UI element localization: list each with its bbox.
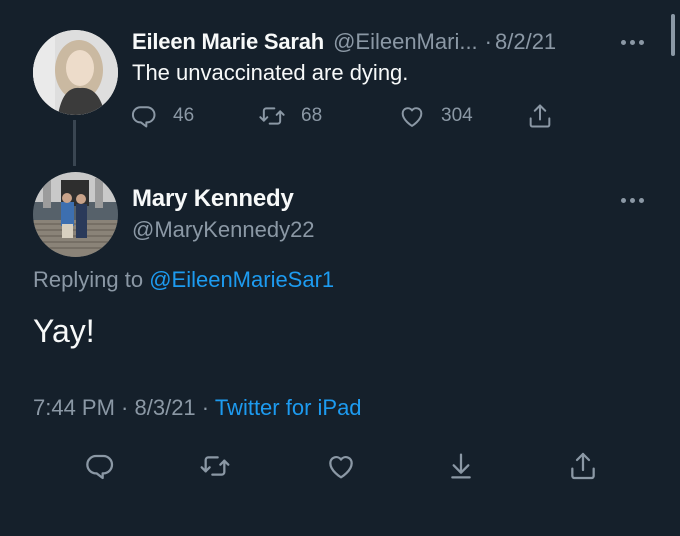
retweet-icon [200,456,230,476]
share-button[interactable] [526,100,554,132]
tweet-source-link[interactable]: Twitter for iPad [215,395,362,420]
heart-icon [401,107,423,127]
parent-author-name[interactable]: Eileen Marie Sarah [132,27,324,57]
heart-icon [329,455,353,479]
share-icon [571,452,595,480]
more-icon[interactable] [621,38,647,46]
tweet-detail-view: Eileen Marie Sarah @EileenMari... · 8/2/… [0,0,680,536]
reply-count: 46 [173,105,195,126]
parent-tweet-text: The unvaccinated are dying. [132,60,409,85]
meta-separator: · [195,395,215,420]
replying-to-line: Replying to @EileenMarieSar1 [33,265,334,295]
parent-author-handle[interactable]: @EileenMari... [333,27,478,57]
like-button[interactable] [321,446,361,486]
thread-connector-line [73,120,76,166]
tweet-date[interactable]: 8/3/21 [135,395,196,420]
avatar-parent[interactable] [33,30,118,115]
share-button[interactable] [563,446,603,486]
retweet-button[interactable] [195,446,235,486]
tweet-time[interactable]: 7:44 PM [33,395,115,420]
parent-tweet-actions: 46 68 304 [130,100,590,132]
reply-icon [86,454,114,480]
reply-tweet-text: Yay! [33,313,95,349]
reply-button[interactable]: 46 [130,100,194,132]
meta-separator: · [114,395,135,420]
avatar-reply[interactable] [33,172,118,257]
retweet-icon [259,107,285,125]
scrollbar[interactable] [671,14,675,56]
more-icon[interactable] [621,196,647,204]
like-count: 304 [441,105,473,126]
retweet-count: 68 [301,105,323,126]
replying-to-prefix: Replying to [33,267,150,292]
retweet-button[interactable]: 68 [258,100,322,132]
bookmark-button[interactable] [441,446,481,486]
parent-tweet-header: Eileen Marie Sarah @EileenMari... · 8/2/… [132,27,556,57]
reply-author-handle[interactable]: @MaryKennedy22 [132,215,315,245]
replying-to-mention-link[interactable]: @EileenMarieSar1 [149,267,334,292]
like-button[interactable]: 304 [398,100,473,132]
reply-icon [132,106,156,128]
share-icon [529,104,551,128]
reply-author-name[interactable]: Mary Kennedy [132,183,294,215]
tweet-metadata: 7:44 PM · 8/3/21 · Twitter for iPad [33,393,362,423]
download-icon [451,453,471,479]
date-separator: · [484,29,492,54]
reply-button[interactable] [80,446,120,486]
reply-tweet-actions [0,446,680,486]
parent-tweet-date[interactable]: 8/2/21 [495,27,556,57]
